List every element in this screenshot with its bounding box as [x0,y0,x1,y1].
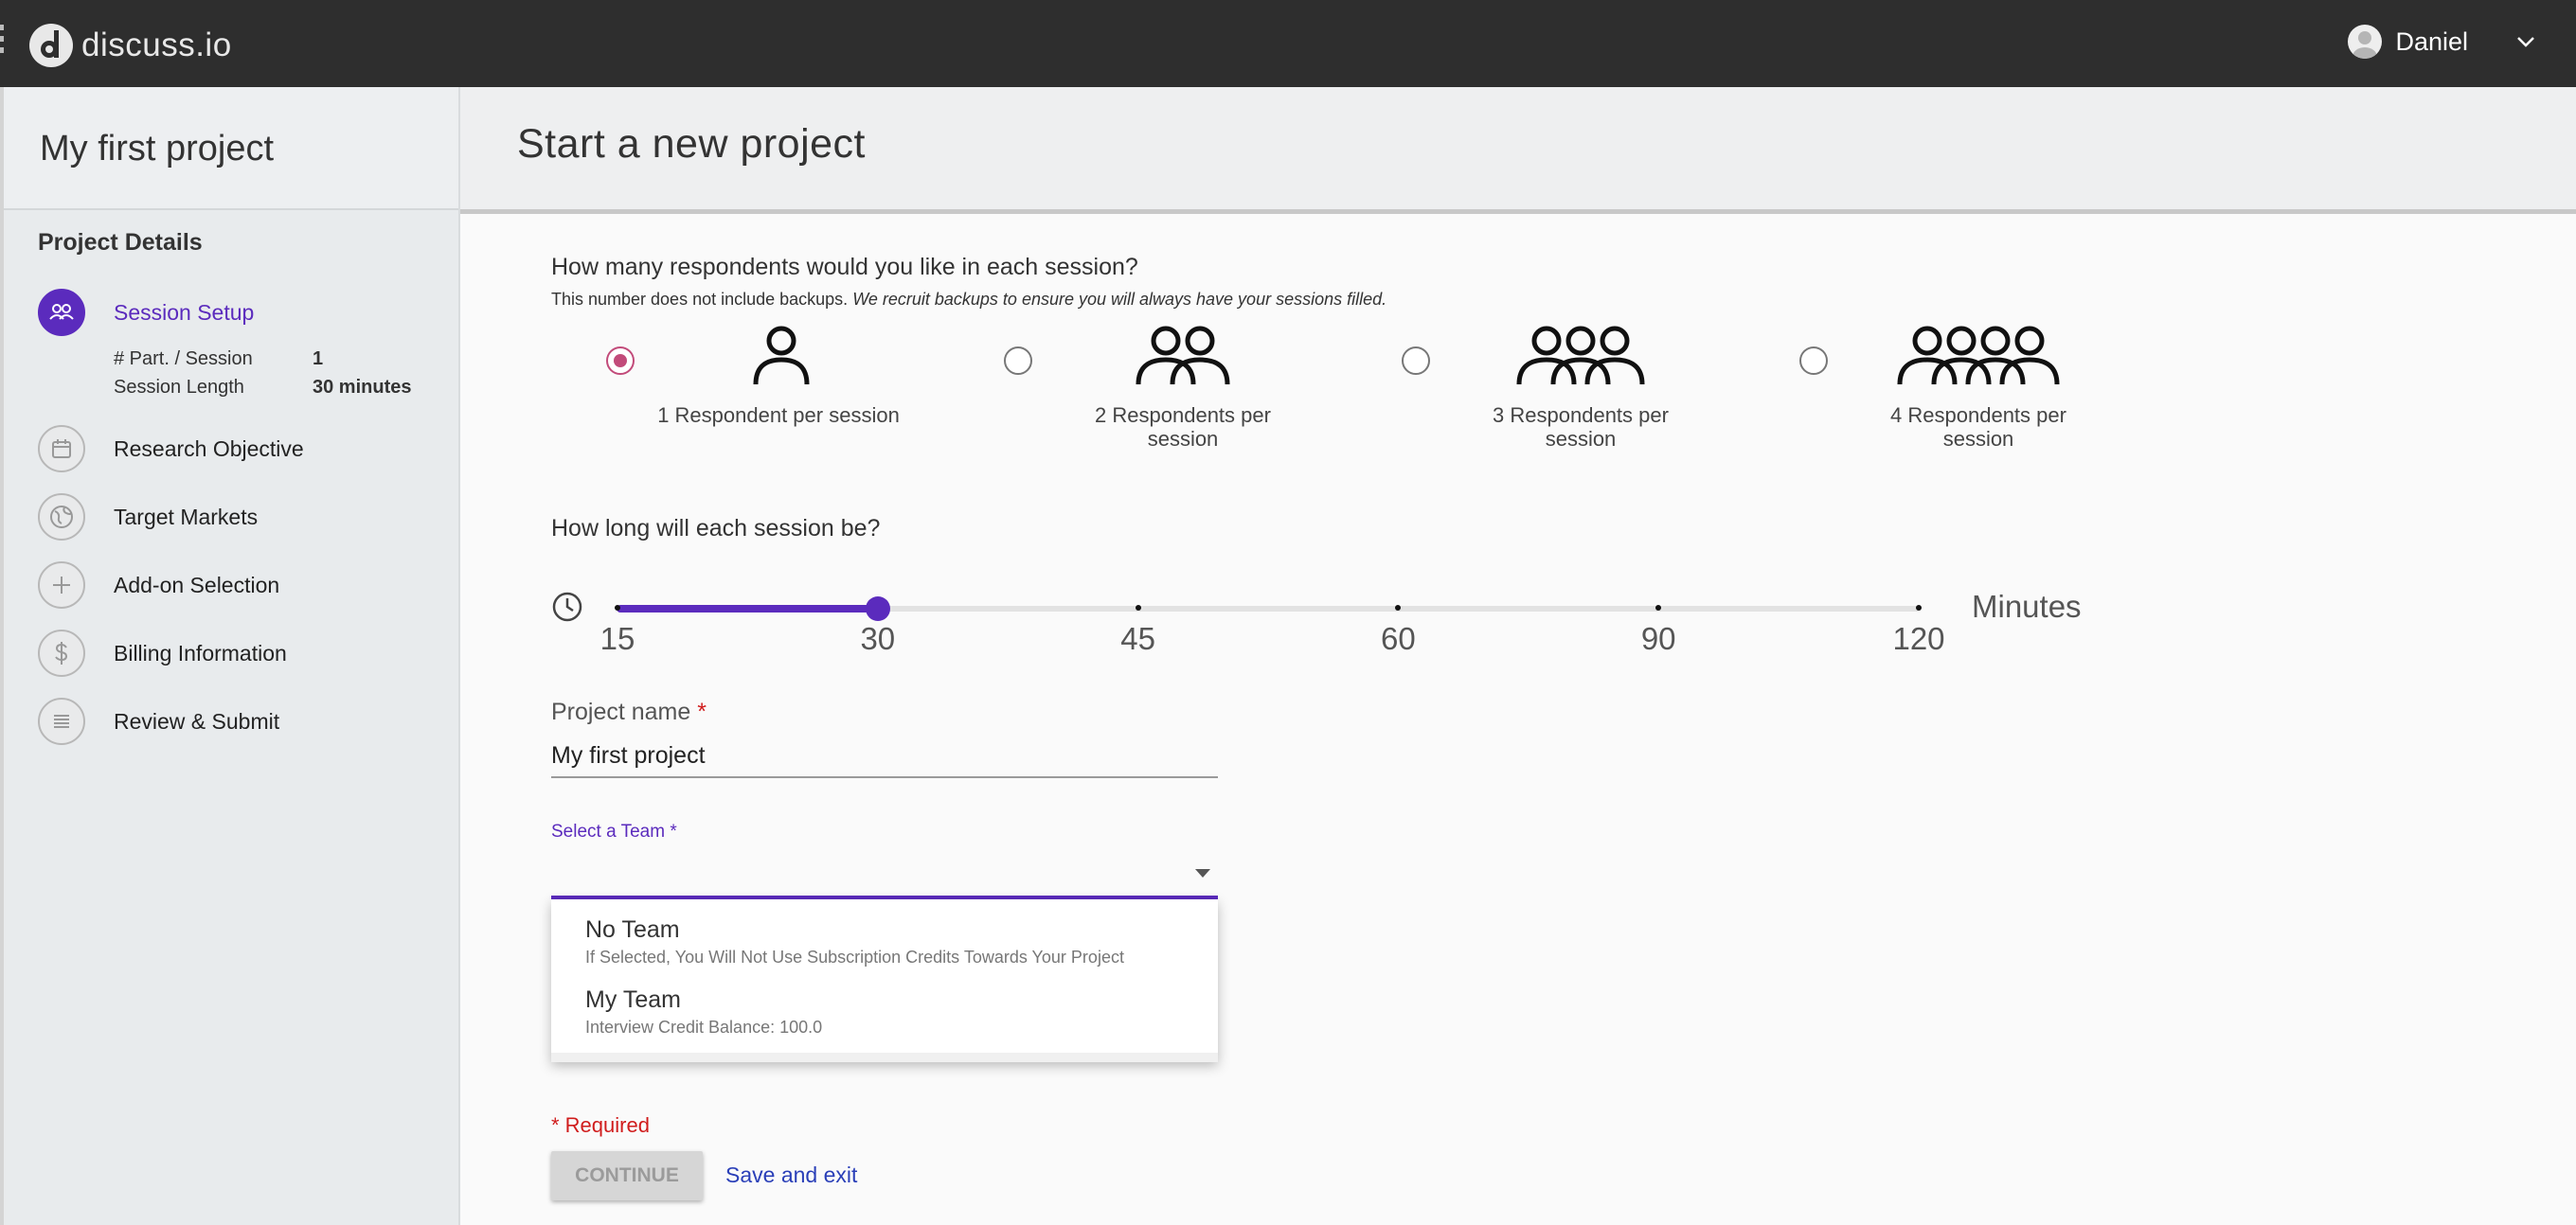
project-name-label-text: Project name [551,699,691,725]
sidebar-item-label: Research Objective [114,435,304,461]
edge-handle [0,25,5,59]
respondents-question: How many respondents would you like in e… [551,254,1138,280]
session-length-label: Session Length [114,377,244,398]
user-avatar-icon [2352,31,2378,59]
radio-unselected[interactable] [1799,346,1828,375]
sidebar-project-title: My first project [4,87,458,210]
team-dropdown-menu: No Team If Selected, You Will Not Use Su… [551,899,1218,1062]
slider-tick[interactable] [1135,605,1141,611]
team-option-no-team[interactable]: No Team If Selected, You Will Not Use Su… [585,916,1124,968]
respondent-option-label: 3 Respondents per session [1477,403,1684,451]
team-option-title: My Team [585,986,681,1013]
team-option-title: No Team [585,916,680,943]
project-details-heading: Project Details [38,229,203,256]
plus-icon [38,561,85,609]
radio-unselected[interactable] [1402,346,1430,375]
calendar-icon [38,425,85,472]
sidebar-item-session-setup[interactable]: Session Setup [38,288,254,337]
clock-icon [552,592,582,622]
team-option-my-team[interactable]: My Team Interview Credit Balance: 100.0 [585,986,822,1038]
team-option-subtitle: If Selected, You Will Not Use Subscripti… [585,948,1124,967]
required-mark: * [670,822,677,842]
team-select-label-text: Select a Team [551,822,666,842]
label-line: session [1545,427,1617,451]
required-note: * Required [551,1113,650,1137]
duration-slider-thumb[interactable] [865,596,890,621]
duration-question: How long will each session be? [551,515,881,541]
project-name-label: Project name * [551,699,707,726]
participants-label: # Part. / Session [114,348,253,369]
sidebar-item-label: Review & Submit [114,708,280,734]
participants-value: 1 [313,348,324,369]
people-icon [38,289,85,336]
top-bar: discuss.io Daniel [0,0,2576,87]
respondent-option-label: 2 Respondents per session [1080,403,1286,451]
slider-tick[interactable] [615,605,620,611]
respondents-note-plain: This number does not include backups. [551,290,849,309]
avatar [2348,25,2383,59]
session-length-value: 30 minutes [313,377,412,398]
project-name-input[interactable] [551,735,1218,778]
save-and-exit-link[interactable]: Save and exit [725,1163,857,1188]
slider-tick-label: 90 [1640,621,1676,656]
required-mark: * [697,699,707,725]
dollar-icon [38,630,85,677]
user-name: Daniel [2395,27,2468,56]
respondent-option-label: 4 Respondents per session [1875,403,2082,451]
respondent-option-label: 1 Respondent per session [657,403,900,427]
sidebar-item-billing-information[interactable]: Billing Information [38,629,287,678]
radio-unselected[interactable] [1004,346,1032,375]
team-select-label: Select a Team * [551,822,677,843]
duration-slider-fill [617,605,878,612]
sidebar-item-review-submit[interactable]: Review & Submit [38,697,279,746]
label-line: 2 Respondents per [1095,403,1271,427]
three-people-icon [1516,326,1645,385]
user-menu[interactable]: Daniel [2348,25,2538,59]
team-select[interactable] [551,848,1218,899]
slider-tick-label: 120 [1892,621,1945,656]
label-line: session [1942,427,2014,451]
participants-summary: # Part. / Session 1 [114,348,323,370]
respondents-note-italic: We recruit backups to ensure you will al… [852,290,1387,309]
sidebar-item-label: Billing Information [114,640,287,666]
radio-selected[interactable] [606,346,635,375]
logo-icon [29,24,73,67]
slider-tick-label: 30 [860,621,896,656]
slider-tick-label: 15 [599,621,635,656]
respondents-note: This number does not include backups. We… [551,290,1386,310]
main-header: Start a new project [460,87,2576,214]
slider-tick[interactable] [1916,605,1922,611]
duration-unit: Minutes [1972,589,2082,624]
sidebar-item-target-markets[interactable]: Target Markets [38,492,258,541]
sidebar-item-label: Add-on Selection [114,572,280,597]
slider-tick-label: 45 [1120,621,1155,656]
two-people-icon [1136,326,1230,385]
sidebar-item-label: Target Markets [114,504,259,529]
label-line: 3 Respondents per [1493,403,1669,427]
label-line: session [1147,427,1219,451]
team-option-subtitle: Interview Credit Balance: 100.0 [585,1018,823,1037]
four-people-icon [1897,326,2060,385]
globe-icon [38,493,85,541]
app-name: discuss.io [81,27,232,63]
sidebar-item-add-on-selection[interactable]: Add-on Selection [38,560,279,610]
sidebar-item-research-objective[interactable]: Research Objective [38,424,304,473]
caret-down-icon[interactable] [1195,869,1210,878]
app-logo[interactable]: discuss.io [28,23,232,68]
session-length-summary: Session Length 30 minutes [114,377,411,399]
label-line: 4 Respondents per [1890,403,2066,427]
sidebar: My first project Project Details Session… [0,87,460,1225]
list-icon [38,698,85,745]
one-person-icon [753,326,810,385]
chevron-down-icon[interactable] [2513,29,2538,54]
slider-tick-label: 60 [1381,621,1416,656]
menu-footer [551,1053,1218,1062]
page-title: Start a new project [517,121,867,167]
continue-button[interactable]: CONTINUE [551,1151,703,1200]
sidebar-item-label: Session Setup [114,299,255,325]
